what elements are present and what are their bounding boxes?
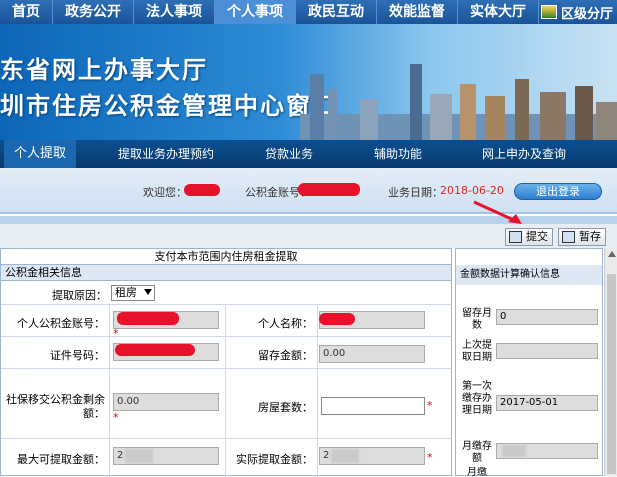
cell-divider: [225, 337, 226, 368]
vertical-scrollbar[interactable]: [604, 248, 617, 476]
redacted-name: [319, 313, 355, 325]
redacted-account-number: [117, 312, 179, 325]
balance-label: 留存金额：: [258, 349, 313, 362]
monthly-deposit-row: 月缴存额: [456, 439, 602, 467]
cell-divider: [317, 369, 318, 438]
scrollbar-thumb[interactable]: [607, 274, 616, 474]
submit-icon: [509, 231, 522, 243]
topnav-physical-hall[interactable]: 实体大厅: [458, 0, 539, 24]
top-navigation: 首页 政务公开 法人事项 个人事项 政民互动 效能监督 实体大厅 区级分厅: [0, 0, 617, 24]
cell-divider: [109, 369, 110, 438]
blurred-actual-amount: [331, 449, 359, 463]
last-withdrawal-date-row: 上次提取日期: [456, 339, 602, 377]
cell-divider: [317, 337, 318, 368]
business-date-value: 2018-06-20: [440, 184, 504, 197]
cell-divider: [109, 337, 110, 368]
cell-divider: [317, 305, 318, 336]
form-row-reason: 提取原因： 租房: [1, 281, 451, 305]
subnav-online-application-query[interactable]: 网上申办及查询: [482, 140, 566, 168]
save-draft-label: 暂存: [579, 230, 601, 243]
reason-label: 提取原因：: [52, 289, 107, 302]
scroll-up-icon[interactable]: [608, 251, 616, 257]
banner-title-line2: 圳市住房公积金管理中心窗口: [0, 92, 338, 120]
save-icon: [562, 231, 575, 243]
first-deposit-date-row: 第一次缴存办理日期 2017-05-01: [456, 381, 602, 437]
cell-divider: [109, 305, 110, 336]
topnav-personal-affairs[interactable]: 个人事项: [215, 0, 296, 24]
city-skyline-image: [300, 64, 617, 140]
topnav-home[interactable]: 首页: [0, 0, 53, 24]
form-row-amount: 最大可提取金额： 2 实际提取金额： 2 *: [1, 439, 451, 477]
topnav-legal-person[interactable]: 法人事项: [134, 0, 215, 24]
balance-field: 0.00: [319, 345, 425, 363]
monthly-deposit-label: 月缴存额: [462, 441, 492, 464]
cell-divider: [225, 369, 226, 438]
blurred-max-amount: [125, 449, 153, 463]
transfer-balance-field: 0.00: [113, 393, 219, 411]
redacted-username: [184, 184, 220, 196]
save-draft-button[interactable]: 暂存: [558, 228, 606, 246]
district-hall-label: 区级分厅: [560, 6, 613, 22]
required-mark: *: [113, 411, 119, 424]
topnav-supervision[interactable]: 效能监督: [377, 0, 458, 24]
redacted-id-number: [115, 344, 195, 356]
cell-divider: [317, 439, 318, 477]
topnav-government-affairs[interactable]: 政务公开: [53, 0, 134, 24]
retained-months-field: 0: [496, 309, 598, 325]
red-arrow-annotation: [473, 200, 522, 224]
subnav-personal-withdrawal[interactable]: 个人提取: [4, 140, 77, 168]
last-withdrawal-date-field: [496, 343, 598, 359]
retained-months-row: 留存月数 0: [456, 305, 602, 335]
form-row-id: 证件号码： 留存金额： 0.00: [1, 337, 451, 369]
cell-divider: [225, 439, 226, 477]
transfer-balance-label: 社保移交公积金剩余额：: [6, 393, 105, 420]
topnav-interaction[interactable]: 政民互动: [296, 0, 377, 24]
account-no-label: 个人公积金账号：: [17, 317, 105, 330]
reason-selected-value: 租房: [115, 286, 137, 299]
withdrawal-form: 支付本市范围内住房租金提取 公积金相关信息 提取原因： 租房 个人公积金账号： …: [0, 248, 452, 477]
submit-label: 提交: [526, 230, 548, 243]
subnav-loan-business[interactable]: 贷款业务: [265, 140, 313, 168]
chevron-down-icon: [144, 289, 152, 295]
district-hall-link[interactable]: 区级分厅: [540, 0, 613, 24]
house-count-input[interactable]: [321, 397, 425, 415]
sub-navigation: 个人提取 提取业务办理预约 贷款业务 辅助功能 网上申办及查询: [0, 140, 617, 168]
retained-months-label: 留存月数: [462, 308, 492, 331]
welcome-label: 欢迎您：: [143, 186, 187, 199]
form-row-transfer: 社保移交公积金剩余额： 0.00 * 房屋套数： *: [1, 369, 451, 439]
subnav-withdrawal-appointment[interactable]: 提取业务办理预约: [118, 140, 214, 168]
calculation-confirm-panel: 金额数据计算确认信息 留存月数 0 上次提取日期 第一次缴存办理日期 2017-…: [455, 248, 603, 477]
first-deposit-date-field: 2017-05-01: [496, 395, 598, 411]
house-count-label: 房屋套数：: [258, 401, 313, 414]
banner-title-line1: 东省网上办事大厅: [0, 56, 208, 84]
district-hall-icon: [540, 5, 557, 19]
cell-divider: [109, 439, 110, 477]
max-amount-label: 最大可提取金额：: [17, 453, 105, 466]
name-label: 个人名称：: [258, 317, 313, 330]
form-row-account: 个人公积金账号： * 个人名称：: [1, 305, 451, 340]
actual-amount-label: 实际提取金额：: [236, 453, 313, 466]
reason-select[interactable]: 租房: [111, 285, 155, 301]
required-mark: *: [427, 451, 433, 464]
business-date-label: 业务日期：: [388, 186, 443, 199]
cell-divider: [225, 305, 226, 336]
subnav-auxiliary-functions[interactable]: 辅助功能: [374, 140, 422, 168]
blurred-monthly-deposit: [502, 445, 526, 457]
last-withdrawal-date-label: 上次提取日期: [462, 340, 492, 363]
first-deposit-date-label: 第一次缴存办理日期: [462, 381, 492, 416]
required-mark: *: [427, 399, 433, 412]
calculation-header: 金额数据计算确认信息: [456, 265, 602, 285]
form-title: 支付本市范围内住房租金提取: [1, 249, 451, 265]
submit-button[interactable]: 提交: [505, 228, 553, 246]
section-header: 公积金相关信息: [1, 265, 451, 281]
id-number-label: 证件号码：: [50, 349, 105, 362]
banner: 东省网上办事大厅 圳市住房公积金管理中心窗口: [0, 24, 617, 140]
redacted-account-number: [298, 183, 360, 196]
